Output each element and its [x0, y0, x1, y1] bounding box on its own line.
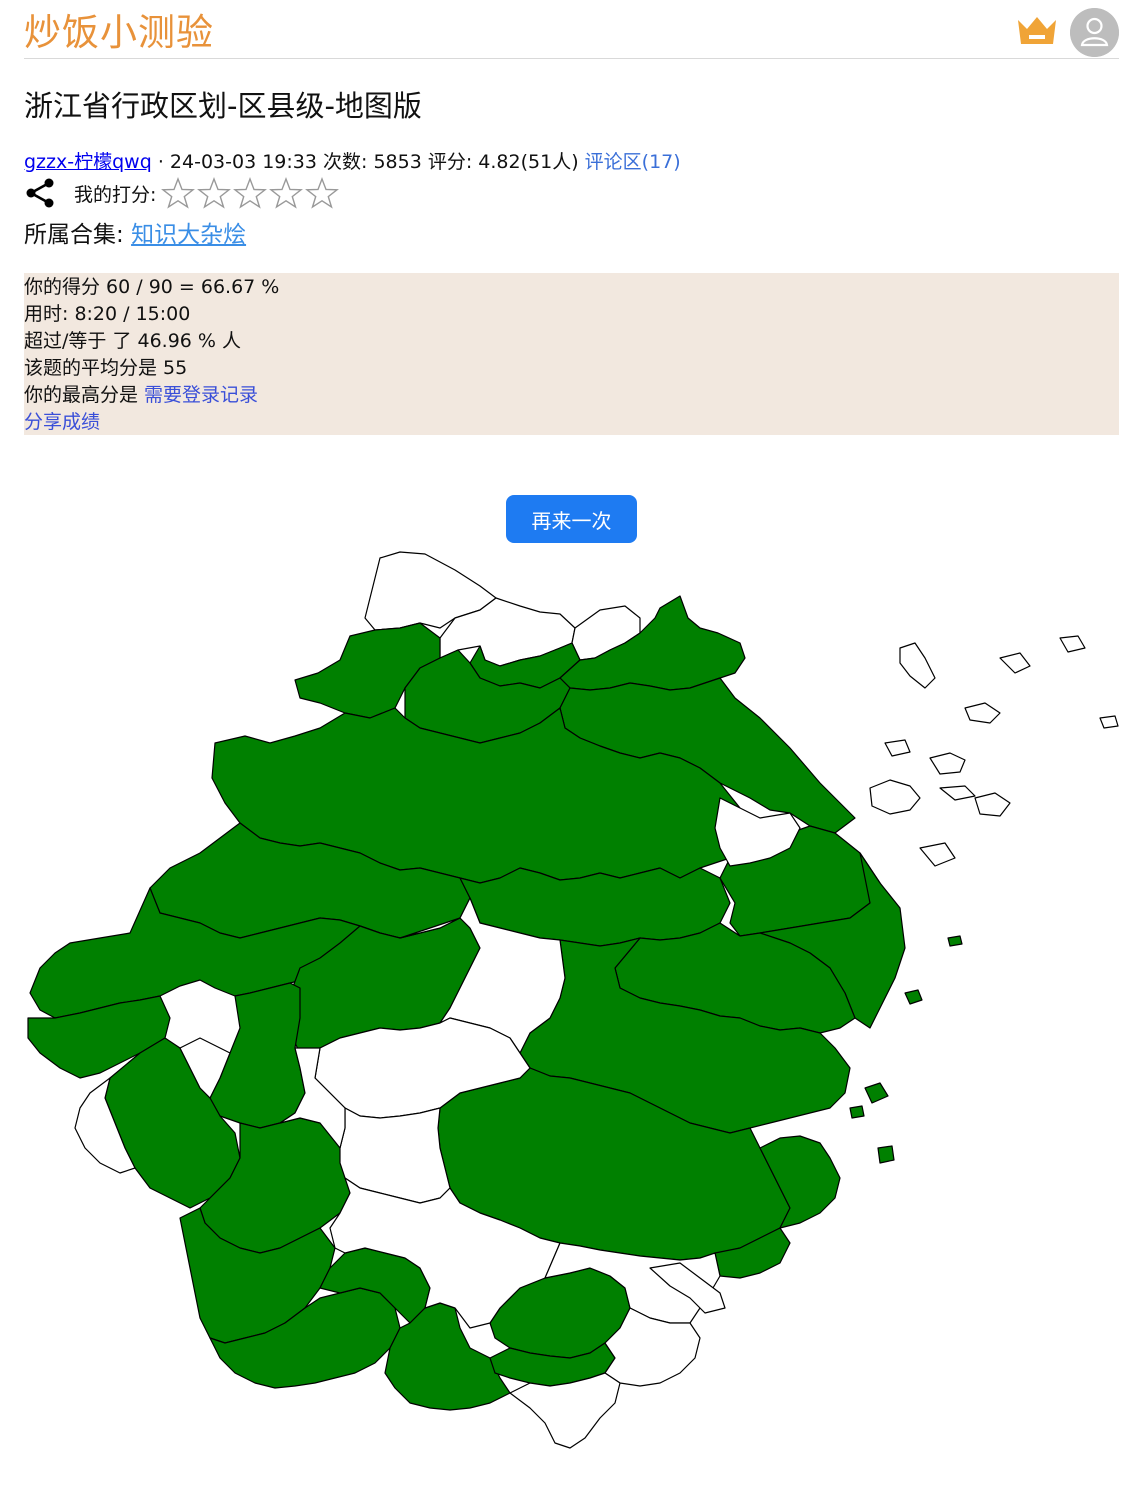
- star-icon[interactable]: [160, 177, 196, 209]
- quiz-date: 24-03-03 19:33: [169, 151, 317, 173]
- score-line: 你的得分 60 / 90 = 66.67 %: [24, 276, 280, 298]
- site-title[interactable]: 炒饭小测验: [24, 10, 214, 56]
- site-header: 炒饭小测验: [24, 8, 1119, 59]
- percentile-line: 超过/等于 了 46.96 % 人: [24, 330, 242, 352]
- login-record-link[interactable]: 需要登录记录: [144, 384, 258, 406]
- crown-icon[interactable]: [1016, 14, 1058, 48]
- collection-label: 所属合集:: [24, 222, 124, 248]
- comments-link[interactable]: 评论区(17): [585, 151, 681, 173]
- result-panel: 你的得分 60 / 90 = 66.67 % 用时: 8:20 / 15:00 …: [24, 273, 1119, 435]
- map-island: [849, 1105, 865, 1119]
- star-icon[interactable]: [196, 177, 232, 209]
- map-island: [904, 989, 923, 1005]
- map-island: [919, 842, 956, 867]
- my-rating-row: 我的打分:: [24, 176, 340, 210]
- quiz-meta: gzzx-柠檬qwq · 24-03-03 19:33 次数: 5853 评分:…: [24, 149, 681, 175]
- play-count: 次数: 5853: [323, 151, 422, 173]
- share-result-link[interactable]: 分享成绩: [24, 409, 1119, 436]
- quiz-rating: 评分: 4.82(51人): [427, 151, 579, 173]
- map-island: [929, 752, 966, 775]
- average-line: 该题的平均分是 55: [24, 357, 188, 379]
- map-island: [947, 935, 963, 947]
- time-line: 用时: 8:20 / 15:00: [24, 303, 191, 325]
- star-rating: [160, 177, 340, 209]
- my-rating-label: 我的打分:: [74, 183, 157, 206]
- map-island: [1099, 715, 1119, 729]
- collection-row: 所属合集: 知识大杂烩: [24, 219, 246, 251]
- star-icon[interactable]: [268, 177, 304, 209]
- best-score-label: 你的最高分是: [24, 384, 145, 406]
- map-island: [884, 739, 911, 757]
- share-icon[interactable]: [24, 176, 58, 210]
- quiz-title: 浙江省行政区划-区县级-地图版: [24, 89, 422, 123]
- map-island: [974, 792, 1011, 817]
- map-island: [964, 702, 1001, 724]
- best-score-line: 你的最高分是 需要登录记录: [24, 382, 1119, 409]
- map-island: [999, 652, 1031, 674]
- star-icon[interactable]: [304, 177, 340, 209]
- user-avatar-icon[interactable]: [1070, 8, 1119, 57]
- map-island: [869, 779, 921, 815]
- meta-separator: ·: [157, 151, 164, 173]
- collection-link[interactable]: 知识大杂烩: [131, 222, 246, 248]
- map-island: [899, 642, 936, 689]
- map-island: [864, 1082, 889, 1104]
- author-link[interactable]: gzzx-柠檬qwq: [24, 151, 152, 173]
- map-island: [1059, 635, 1086, 653]
- zhejiang-county-map: [27, 551, 1119, 1449]
- map-region[interactable]: [509, 1372, 621, 1449]
- map-island: [877, 1145, 895, 1164]
- map-island: [939, 785, 976, 801]
- star-icon[interactable]: [232, 177, 268, 209]
- retry-button[interactable]: 再来一次: [506, 495, 637, 543]
